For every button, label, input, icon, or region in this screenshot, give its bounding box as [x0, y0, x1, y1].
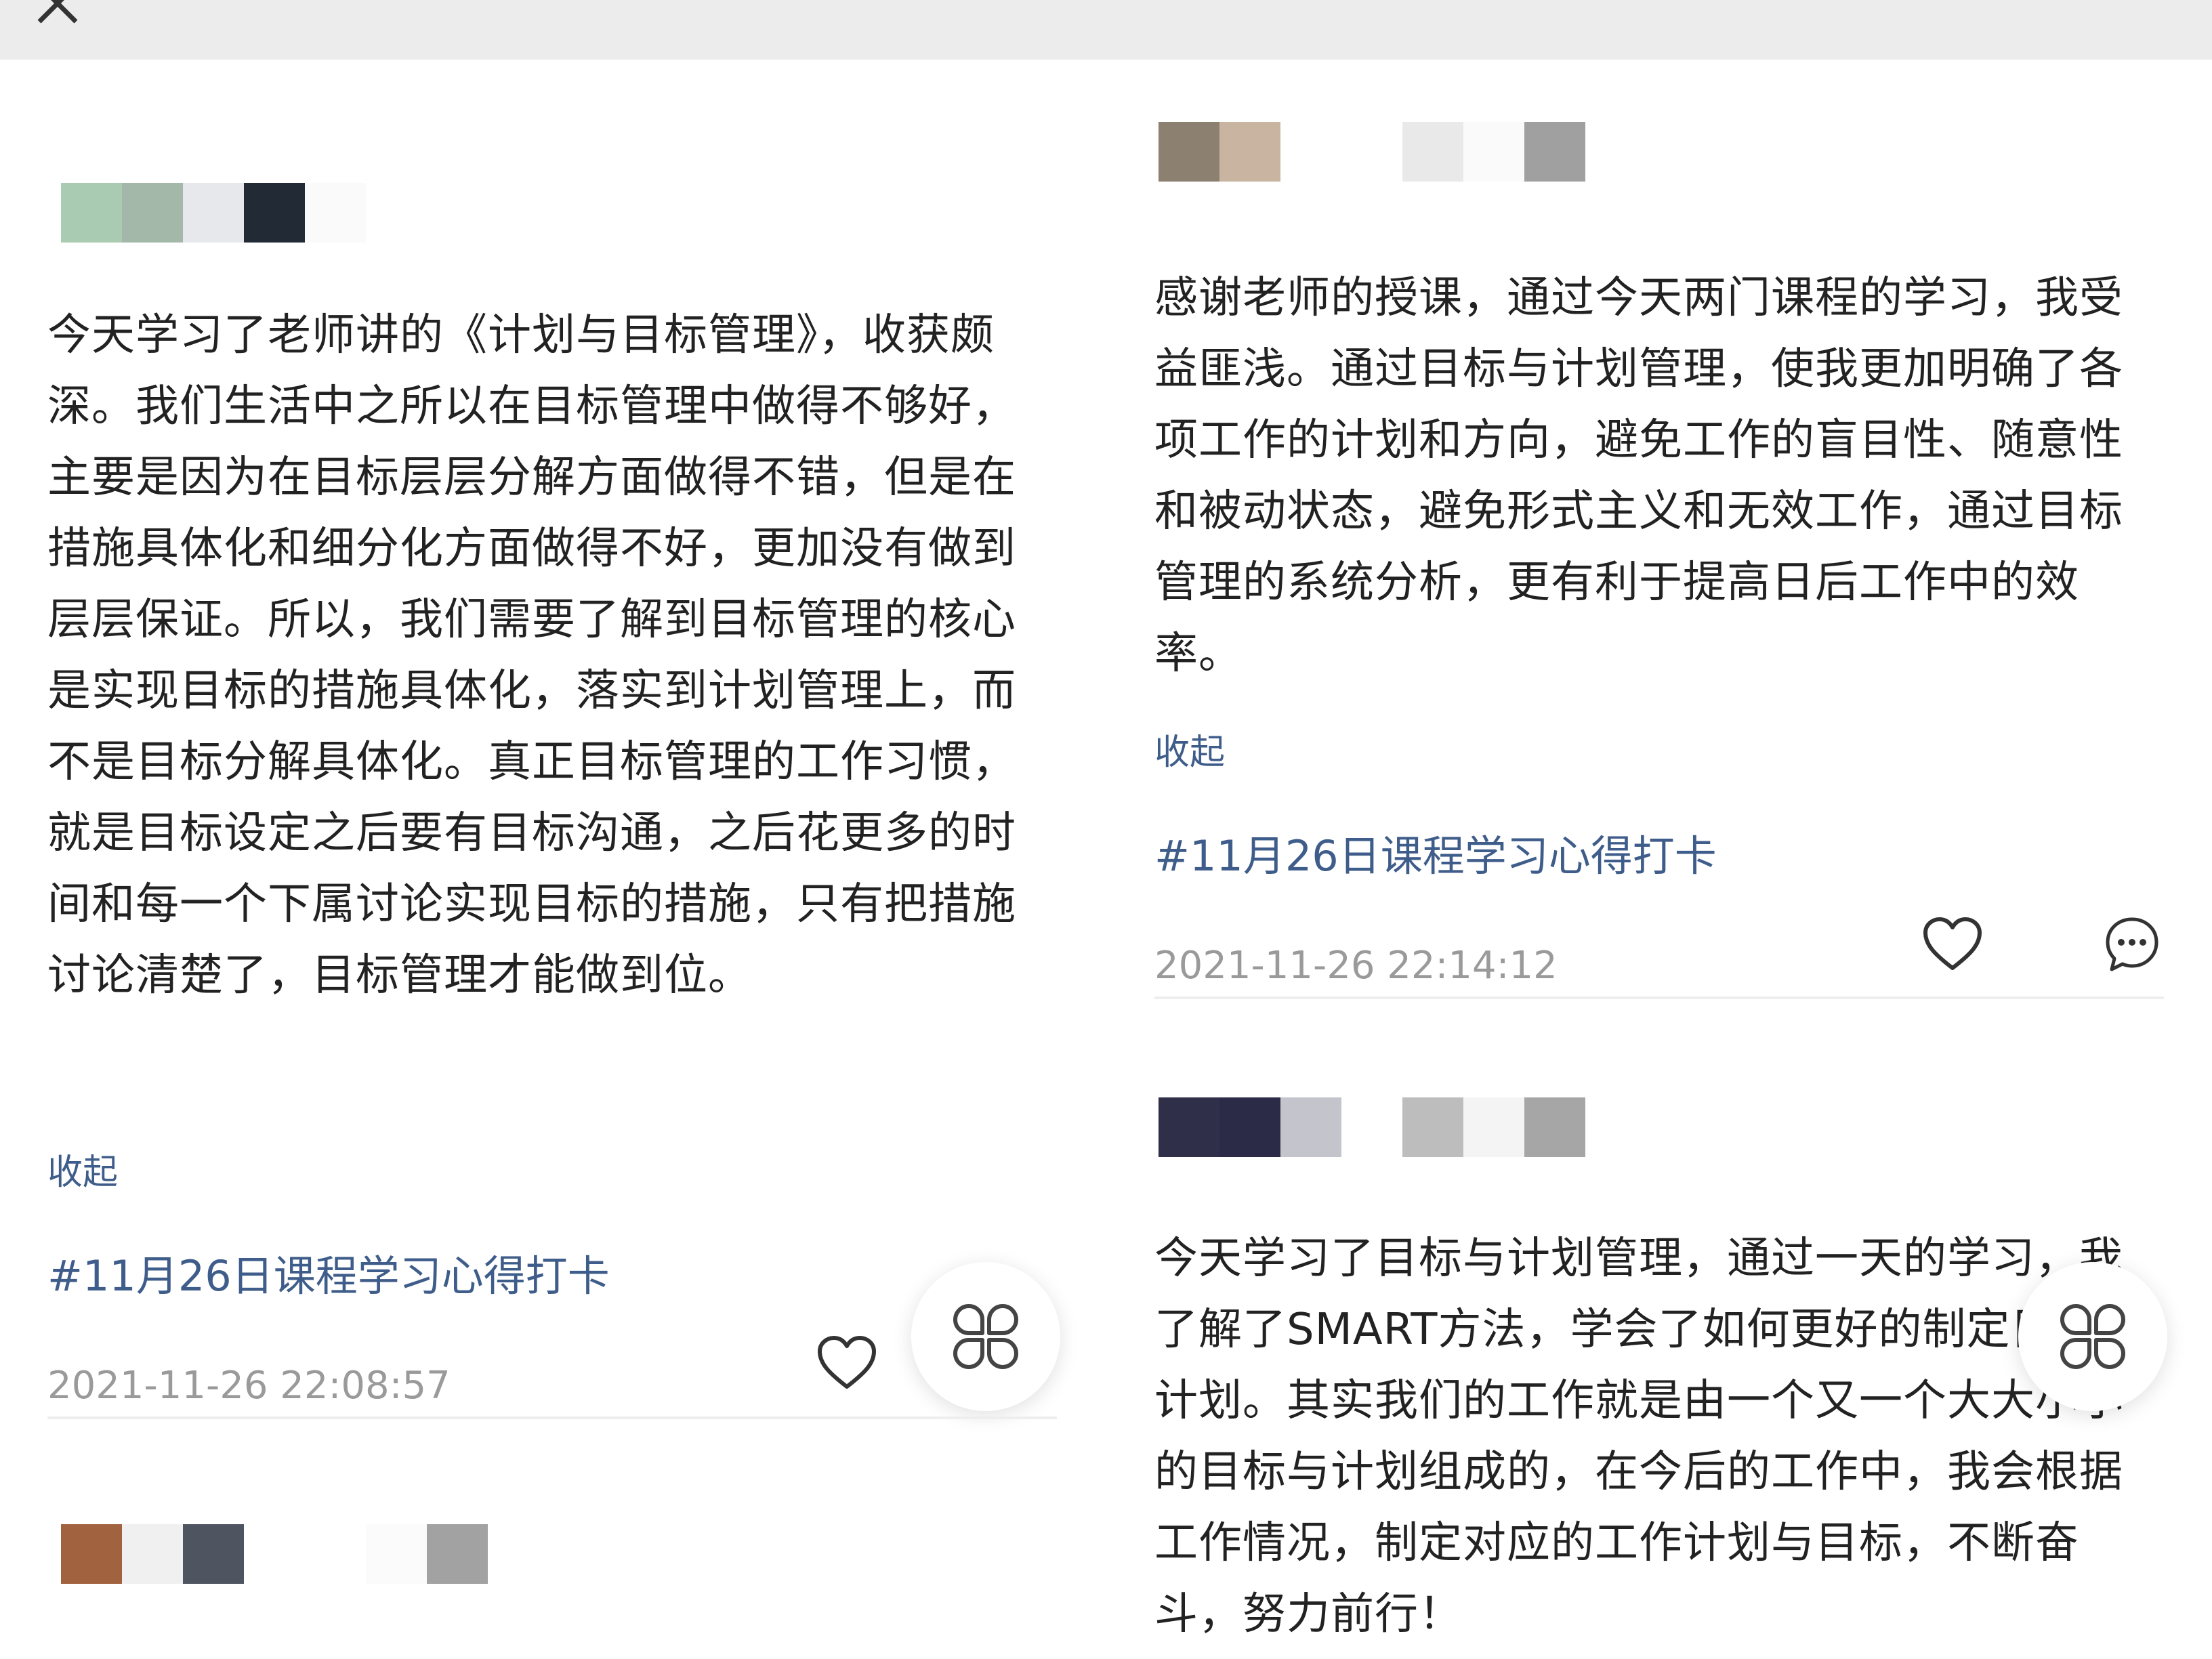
like-button[interactable]: [813, 1328, 881, 1396]
post-divider: [1154, 996, 2164, 999]
topic-hashtag[interactable]: #11月26日课程学习心得打卡: [47, 1242, 610, 1303]
floating-menu-button[interactable]: [2018, 1262, 2167, 1411]
heart-icon: [1923, 917, 1982, 970]
like-button[interactable]: [1919, 910, 1986, 978]
post-body-text: 感谢老师的授课，通过今天两门课程的学习，我受益匪浅。通过目标与计划管理，使我更加…: [1154, 273, 2123, 679]
post-body-text: 今天学习了目标与计划管理，通过一天的学习，我了解了SMART方法，学会了如何更好…: [1154, 1234, 2143, 1639]
collapse-link[interactable]: 收起: [1154, 723, 1225, 774]
floating-menu-button[interactable]: [911, 1262, 1060, 1411]
four-petal-menu-icon: [2060, 1304, 2125, 1369]
top-bar: [0, 0, 2212, 60]
comment-button[interactable]: [2098, 910, 2166, 978]
close-icon[interactable]: [34, 0, 81, 27]
heart-icon: [818, 1336, 876, 1389]
post-divider: [47, 1416, 1057, 1419]
blurred-user-header: [61, 1524, 488, 1584]
collapse-link[interactable]: 收起: [47, 1143, 118, 1194]
topic-hashtag[interactable]: #11月26日课程学习心得打卡: [1154, 822, 1717, 883]
post-body-text: 今天学习了老师讲的《计划与目标管理》，收获颇深。我们生活中之所以在目标管理中做得…: [47, 310, 1016, 1001]
post-timestamp: 2021-11-26 22:08:57: [47, 1364, 451, 1408]
blurred-user-header: [1159, 1097, 1585, 1157]
blurred-user-header: [1159, 122, 1585, 182]
post-timestamp: 2021-11-26 22:14:12: [1154, 944, 1558, 988]
comment-bubble-icon: [2106, 917, 2158, 971]
blurred-user-header: [61, 183, 427, 243]
four-petal-menu-icon: [953, 1304, 1018, 1369]
